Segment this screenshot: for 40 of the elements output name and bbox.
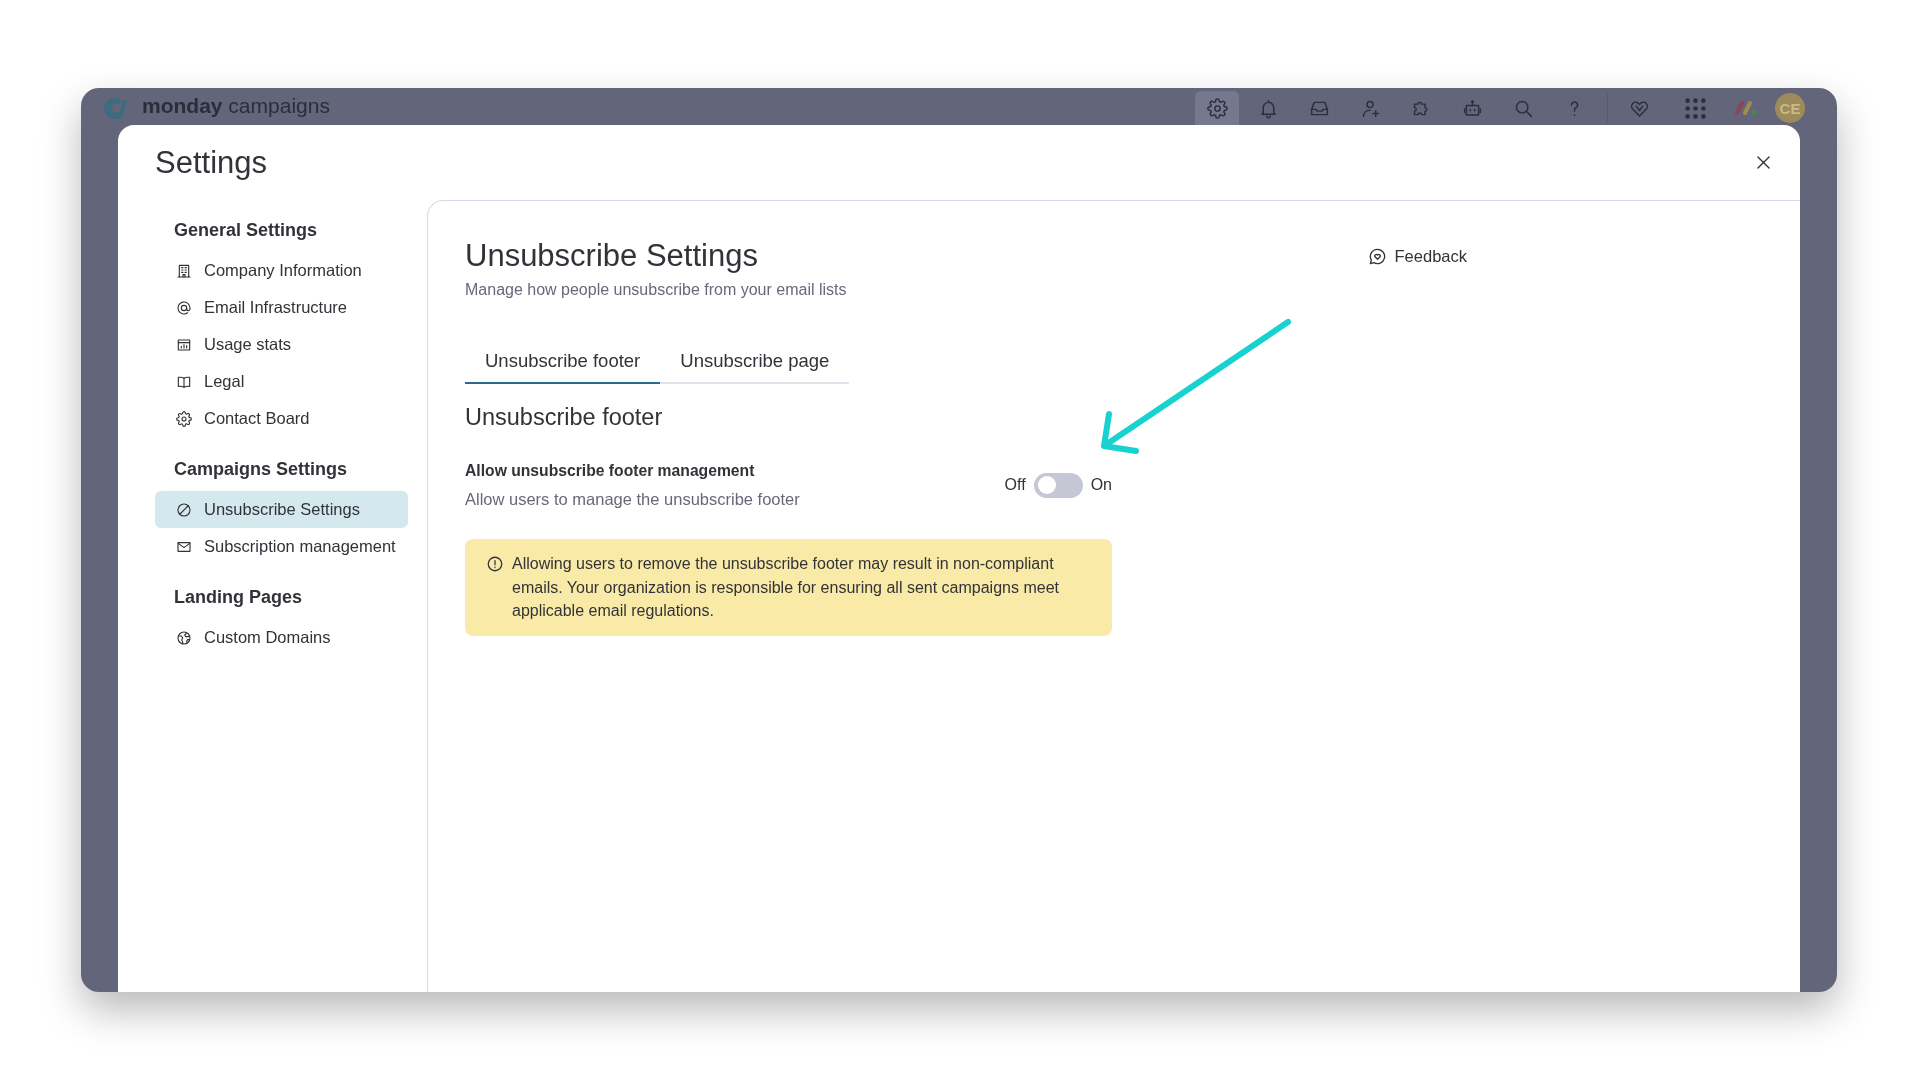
chat-heart-icon (1367, 246, 1387, 266)
toggle-switch[interactable] (1033, 472, 1083, 498)
gear-icon (1206, 97, 1228, 119)
gear-icon (176, 410, 192, 427)
sidebar-item[interactable]: Company Information (155, 252, 408, 289)
robot-icon[interactable] (1461, 97, 1483, 119)
page-title: Unsubscribe Settings (465, 238, 759, 274)
tab[interactable]: Unsubscribe page (660, 340, 850, 384)
sidebar-item[interactable]: Email Infrastructure (155, 289, 408, 326)
warning-text: Allowing users to remove the unsubscribe footer may result in non-compliant emails. Your organization is responsible for ensuring all sent campaigns meet applicable email regulations. (512, 554, 1060, 621)
setting-description: Allow users to manage the unsubscribe footer (465, 489, 800, 509)
ban-icon (176, 501, 192, 518)
exclamation-circle-icon (486, 555, 504, 573)
at-sign-icon (176, 299, 192, 316)
tab[interactable]: Unsubscribe footer (465, 340, 661, 384)
sidebar-item[interactable]: Unsubscribe Settings (155, 491, 408, 528)
sidebar-item[interactable]: Legal (155, 363, 408, 400)
setting-label: Allow unsubscribe footer management (465, 461, 756, 481)
sidebar-heading: Campaigns Settings (174, 458, 348, 481)
settings-button[interactable] (1195, 91, 1239, 125)
sidebar-item[interactable]: Subscription management (155, 528, 408, 565)
feedback-button[interactable]: Feedback (1357, 242, 1477, 270)
globe-icon (176, 629, 192, 646)
toggle-off-label: Off (1004, 475, 1026, 495)
modal-title: Settings (155, 143, 267, 182)
logo-text: monday campaigns (142, 94, 330, 118)
sidebar-item[interactable]: Contact Board (155, 400, 408, 437)
section-title: Unsubscribe footer (465, 403, 663, 431)
building-icon (176, 262, 192, 279)
dot-grid-icon[interactable] (1684, 97, 1706, 119)
sidebar-heading: Landing Pages (174, 586, 303, 609)
sidebar-item[interactable]: Custom Domains (155, 619, 408, 656)
slanted-bars-icon[interactable] (1734, 100, 1758, 116)
chart-window-icon (176, 336, 192, 353)
sidebar-item[interactable]: Usage stats (155, 326, 408, 363)
logo-icon (103, 96, 128, 120)
sidebar-heading: General Settings (174, 219, 318, 242)
toggle-on-label: On (1090, 475, 1112, 495)
page-subtitle: Manage how people unsubscribe from your email lists (465, 280, 847, 300)
close-icon[interactable] (1754, 153, 1773, 172)
